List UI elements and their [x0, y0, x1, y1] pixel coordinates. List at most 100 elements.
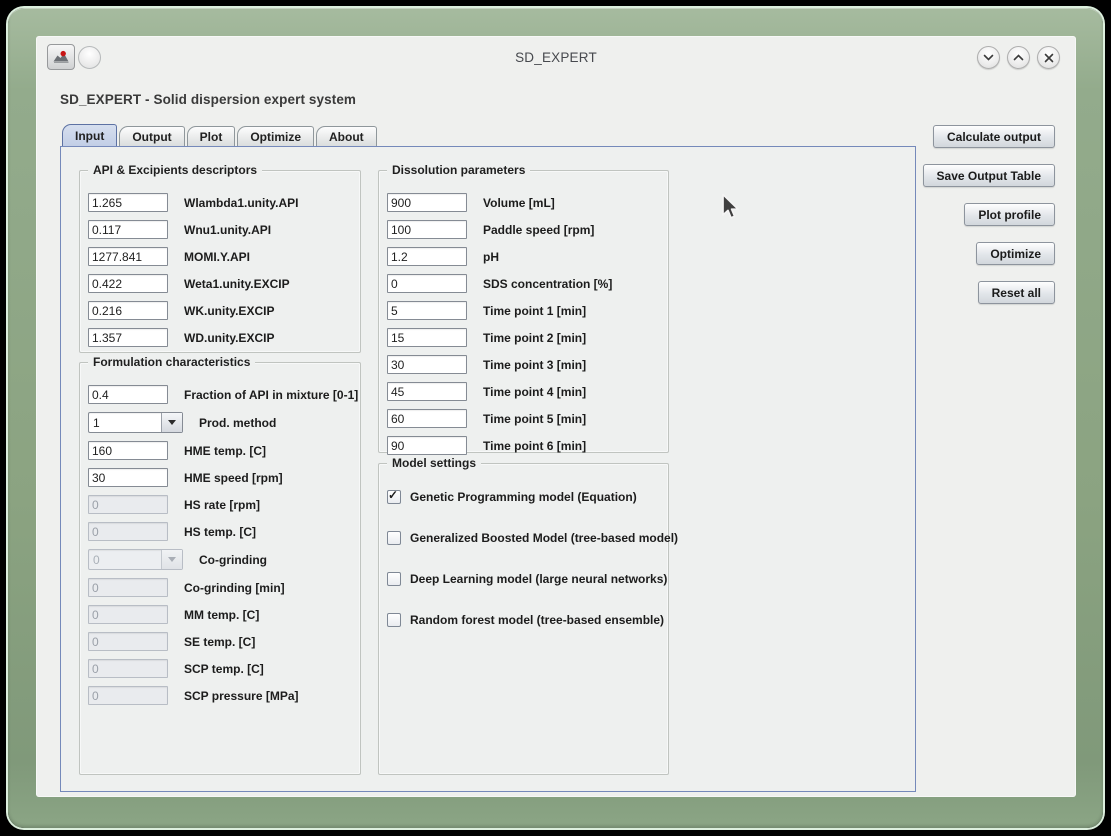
label-paddle-speed-rpm: Paddle speed [rpm] [483, 222, 595, 237]
field-hme-temp-c[interactable] [88, 441, 168, 460]
label-momi-y-api: MOMI.Y.API [184, 249, 251, 264]
field-ph[interactable] [387, 247, 467, 266]
plot-profile-button[interactable]: Plot profile [964, 203, 1055, 226]
chevron-down-icon[interactable] [161, 413, 182, 432]
field-row: 0 Co-grinding [88, 549, 360, 570]
field-volume-ml[interactable] [387, 193, 467, 212]
field-row: WD.unity.EXCIP [88, 328, 360, 347]
chevron-down-icon[interactable] [977, 46, 1000, 69]
field-row: Time point 4 [min] [387, 382, 668, 401]
label-time-point-1-min: Time point 1 [min] [483, 303, 587, 318]
dropdown-arrow [168, 420, 176, 425]
field-row: Paddle speed [rpm] [387, 220, 668, 239]
label-weta1-unity-excip: Weta1.unity.EXCIP [184, 276, 290, 291]
label-hme-temp-c: HME temp. [C] [184, 443, 266, 458]
field-wnu1-unity-api[interactable] [88, 220, 168, 239]
field-row: Time point 5 [min] [387, 409, 668, 428]
combo-co-grinding: 0 [88, 549, 183, 570]
tab-input[interactable]: Input [62, 124, 118, 146]
page-title: SD_EXPERT - Solid dispersion expert syst… [60, 92, 357, 107]
input-tab-panel: API & Excipients descriptors Wlambda1.un… [60, 146, 916, 792]
field-row: HS rate [rpm] [88, 495, 360, 514]
chevron-up-icon[interactable] [1007, 46, 1030, 69]
group-dissolution-parameters: Dissolution parameters Volume [mL] Paddle… [378, 163, 669, 455]
field-row: Wnu1.unity.API [88, 220, 360, 239]
label-sds-concentration: SDS concentration [%] [483, 276, 613, 291]
tab-plot[interactable]: Plot [186, 126, 236, 146]
label-co-grinding-min: Co-grinding [min] [184, 580, 285, 595]
field-mm-temp-c [88, 605, 168, 624]
group-formulation-characteristics: Formulation characteristics Fraction of … [79, 355, 361, 775]
label-se-temp-c: SE temp. [C] [184, 634, 256, 649]
chevron-down-icon [161, 550, 182, 569]
tab-about[interactable]: About [316, 126, 377, 146]
label-co-grinding: Co-grinding [199, 552, 267, 567]
reset-all-button[interactable]: Reset all [977, 281, 1055, 304]
optimize-button[interactable]: Optimize [976, 242, 1055, 265]
field-row: Wlambda1.unity.API [88, 193, 360, 212]
field-fraction-of-api-in-mixture-0-1[interactable] [88, 385, 168, 404]
checkbox-label: Genetic Programming model (Equation) [410, 490, 637, 504]
label-hs-rate-rpm: HS rate [rpm] [184, 497, 261, 512]
field-hme-speed-rpm[interactable] [88, 468, 168, 487]
calculate-output-button[interactable]: Calculate output [932, 125, 1055, 148]
field-sds-concentration[interactable] [387, 274, 467, 293]
field-row: Time point 1 [min] [387, 301, 668, 320]
label-wd-unity-excip: WD.unity.EXCIP [184, 330, 275, 345]
field-row: SCP pressure [MPa] [88, 686, 360, 705]
group-api-excipients-descriptors: API & Excipients descriptors Wlambda1.un… [79, 163, 361, 353]
tab-optimize[interactable]: Optimize [237, 126, 314, 146]
field-row: Time point 3 [min] [387, 355, 668, 374]
field-row: Weta1.unity.EXCIP [88, 274, 360, 293]
field-row: Time point 2 [min] [387, 328, 668, 347]
combo-value: 0 [93, 552, 100, 567]
window-frame: SD_EXPERT SD_EXPERT - Solid dispersion e… [8, 8, 1103, 828]
label-mm-temp-c: MM temp. [C] [184, 607, 260, 622]
checkbox-random-forest-model-tree-based-ensemble[interactable] [387, 613, 401, 627]
field-wlambda1-unity-api[interactable] [88, 193, 168, 212]
window-title: SD_EXPERT [515, 49, 597, 65]
field-row: Volume [mL] [387, 193, 668, 212]
group-title: Dissolution parameters [387, 163, 531, 177]
checkbox-generalized-boosted-model-tree-based-model[interactable] [387, 531, 401, 545]
field-time-point-4-min[interactable] [387, 382, 467, 401]
field-row: MM temp. [C] [88, 605, 360, 624]
window-controls [977, 46, 1060, 69]
tab-output[interactable]: Output [119, 126, 185, 146]
field-paddle-speed-rpm[interactable] [387, 220, 467, 239]
field-time-point-2-min[interactable] [387, 328, 467, 347]
combo-value: 1 [93, 415, 100, 430]
field-momi-y-api[interactable] [88, 247, 168, 266]
field-time-point-5-min[interactable] [387, 409, 467, 428]
label-time-point-3-min: Time point 3 [min] [483, 357, 587, 372]
label-scp-pressure-mpa: SCP pressure [MPa] [184, 688, 299, 703]
label-wlambda1-unity-api: Wlambda1.unity.API [184, 195, 299, 210]
group-model-settings: Model settings Genetic Programming model… [378, 456, 678, 775]
label-time-point-4-min: Time point 4 [min] [483, 384, 587, 399]
field-row: pH [387, 247, 668, 266]
save-output-table-button[interactable]: Save Output Table [922, 164, 1055, 187]
checkbox-deep-learning-model-large-neural-networks[interactable] [387, 572, 401, 586]
field-row: WK.unity.EXCIP [88, 301, 360, 320]
label-wnu1-unity-api: Wnu1.unity.API [184, 222, 272, 237]
label-time-point-5-min: Time point 5 [min] [483, 411, 587, 426]
field-row: SCP temp. [C] [88, 659, 360, 678]
label-wk-unity-excip: WK.unity.EXCIP [184, 303, 275, 318]
field-weta1-unity-excip[interactable] [88, 274, 168, 293]
label-time-point-2-min: Time point 2 [min] [483, 330, 587, 345]
field-hs-temp-c [88, 522, 168, 541]
field-time-point-1-min[interactable] [387, 301, 467, 320]
field-wk-unity-excip[interactable] [88, 301, 168, 320]
checkbox-genetic-programming-model-equation[interactable] [387, 488, 401, 504]
field-wd-unity-excip[interactable] [88, 328, 168, 347]
close-icon[interactable] [1037, 46, 1060, 69]
combo-prod-method[interactable]: 1 [88, 412, 183, 433]
field-row: HME speed [rpm] [88, 468, 360, 487]
field-time-point-3-min[interactable] [387, 355, 467, 374]
checkbox-row: Generalized Boosted Model (tree-based mo… [387, 531, 678, 545]
tab-bar: Input Output Plot Optimize About [62, 124, 379, 146]
field-hs-rate-rpm [88, 495, 168, 514]
field-row: 1 Prod. method [88, 412, 360, 433]
label-fraction-of-api-in-mixture-0-1: Fraction of API in mixture [0-1] [184, 387, 359, 402]
field-time-point-6-min[interactable] [387, 436, 467, 455]
